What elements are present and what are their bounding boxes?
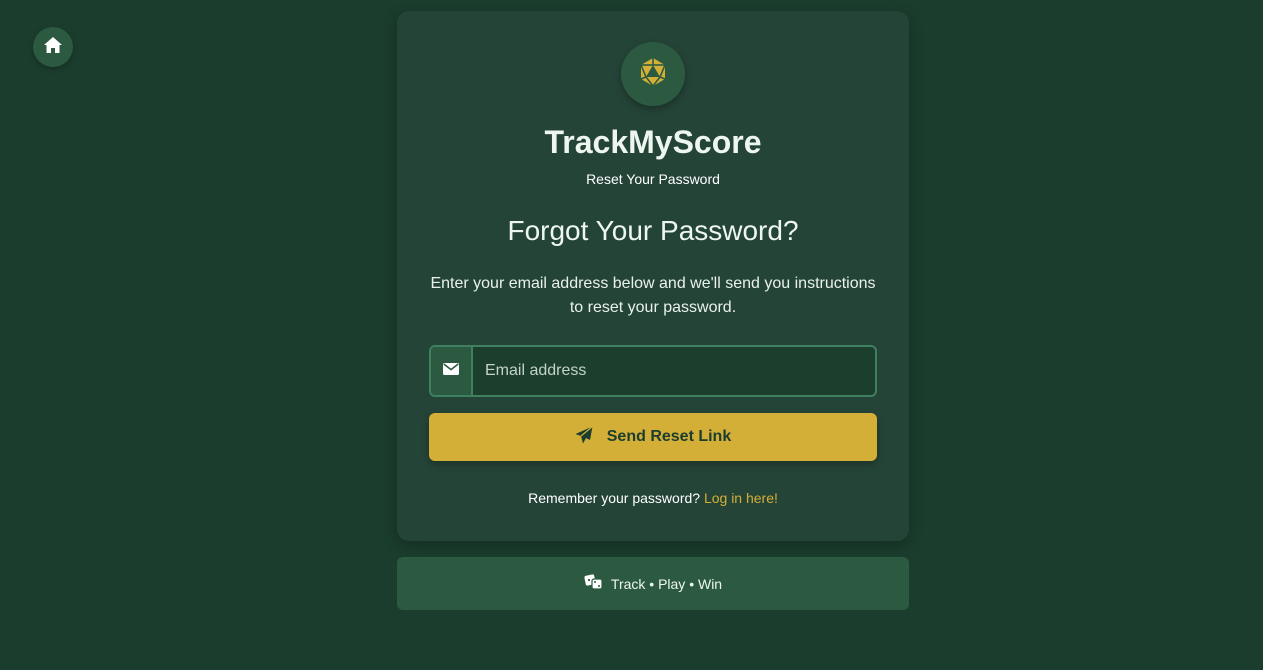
paper-plane-icon — [575, 425, 593, 449]
envelope-icon — [443, 362, 459, 380]
brand-title: TrackMyScore — [544, 124, 762, 160]
form-heading: Forgot Your Password? — [507, 215, 799, 246]
page-subtitle: Reset Your Password — [586, 171, 720, 187]
footer-tagline-card: Track • Play • Win — [397, 557, 909, 610]
email-input-group — [429, 345, 877, 397]
send-reset-link-label: Send Reset Link — [606, 428, 732, 445]
home-icon — [43, 36, 63, 59]
reset-password-card: TrackMyScore Reset Your Password Forgot … — [397, 11, 909, 541]
home-button[interactable] — [33, 27, 73, 67]
logo-badge — [621, 42, 685, 106]
email-field[interactable] — [473, 347, 875, 395]
login-link[interactable]: Log in here! — [704, 490, 778, 506]
login-prompt: Remember your password? Log in here! — [397, 489, 909, 507]
email-addon — [431, 347, 473, 395]
dice-d20-icon — [638, 57, 668, 92]
send-reset-link-button[interactable]: Send Reset Link — [429, 413, 877, 461]
dice-icon — [584, 574, 603, 593]
form-description: Enter your email address below and we'll… — [430, 275, 876, 316]
remember-text: Remember your password? — [528, 490, 701, 506]
footer-tagline: Track • Play • Win — [610, 575, 723, 592]
